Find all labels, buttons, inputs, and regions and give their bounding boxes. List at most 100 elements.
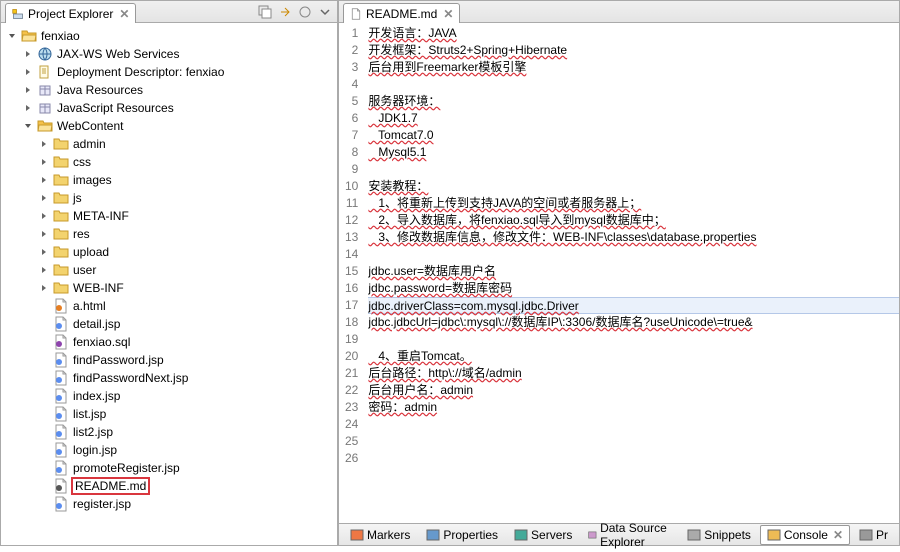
tree-node[interactable]: detail.jsp [3,315,337,333]
tree-node[interactable]: register.jsp [3,495,337,513]
tree-node[interactable]: a.html [3,297,337,315]
tree-node[interactable]: list.jsp [3,405,337,423]
tree-node[interactable]: WEB-INF [3,279,337,297]
text-editor[interactable]: 1234567891011121314151617181920212223242… [339,23,899,545]
editor-tab[interactable]: README.md ✕ [343,3,460,23]
code-line[interactable]: Mysql5.1 [368,144,899,161]
disclosure-icon[interactable] [37,407,51,421]
view-tab-markers[interactable]: Markers [343,525,417,545]
tree-node[interactable]: res [3,225,337,243]
disclosure-icon[interactable] [21,83,35,97]
code-line[interactable]: 2、导入数据库，将fenxiao.sql导入到mysql数据库中； [368,212,899,229]
tree-node[interactable]: upload [3,243,337,261]
view-tab-console[interactable]: Console✕ [760,525,850,545]
disclosure-icon[interactable] [21,101,35,115]
code-line[interactable]: 后台用户名：admin [368,382,899,399]
view-tab-pr[interactable]: Pr [852,525,895,545]
disclosure-icon[interactable] [37,227,51,241]
tree-node[interactable]: admin [3,135,337,153]
tree-node[interactable]: list2.jsp [3,423,337,441]
disclosure-icon[interactable] [37,479,51,493]
code-line[interactable] [368,331,899,348]
code-line[interactable] [368,433,899,450]
disclosure-icon[interactable] [37,137,51,151]
disclosure-icon[interactable] [37,389,51,403]
code-line[interactable]: 后台路径：http\://域名/admin [368,365,899,382]
disclosure-icon[interactable] [37,497,51,511]
code-line[interactable]: jdbc.user=数据库用户名 [368,263,899,280]
code-line[interactable]: jdbc.jdbcUrl=jdbc\:mysql\://数据库IP\:3306/… [368,314,899,331]
view-menu-icon[interactable] [317,4,333,20]
code-line[interactable] [368,416,899,433]
disclosure-icon[interactable] [37,371,51,385]
view-tab-data-source-explorer[interactable]: Data Source Explorer [581,518,678,552]
tree-node[interactable]: README.md [3,477,337,495]
close-icon[interactable]: ✕ [833,528,843,542]
view-tab-properties[interactable]: Properties [419,525,505,545]
close-icon[interactable]: ✕ [119,7,129,21]
tree-node[interactable]: findPassword.jsp [3,351,337,369]
tree-node[interactable]: fenxiao.sql [3,333,337,351]
collapse-all-icon[interactable] [257,4,273,20]
disclosure-icon[interactable] [21,47,35,61]
code-line[interactable]: jdbc.password=数据库密码 [368,280,899,297]
tree-node[interactable]: JAX-WS Web Services [3,45,337,63]
link-editor-icon[interactable] [277,4,293,20]
disclosure-icon[interactable] [21,65,35,79]
code-line[interactable]: 开发语言：JAVA [368,25,899,42]
focus-icon[interactable] [297,4,313,20]
code-line[interactable]: 1、将重新上传到支持JAVA的空间或者服务器上； [368,195,899,212]
code-line[interactable] [368,161,899,178]
code-line[interactable]: 3、修改数据库信息，修改文件：WEB-INF\classes\database.… [368,229,899,246]
disclosure-icon[interactable] [37,461,51,475]
disclosure-icon[interactable] [37,191,51,205]
project-tree[interactable]: fenxiaoJAX-WS Web ServicesDeployment Des… [1,23,337,545]
disclosure-icon[interactable] [37,209,51,223]
tree-node[interactable]: images [3,171,337,189]
disclosure-icon[interactable] [5,29,19,43]
disclosure-icon[interactable] [37,263,51,277]
disclosure-icon[interactable] [37,443,51,457]
disclosure-icon[interactable] [37,299,51,313]
tree-node[interactable]: promoteRegister.jsp [3,459,337,477]
code-line[interactable]: 密码：admin [368,399,899,416]
tree-node[interactable]: JavaScript Resources [3,99,337,117]
disclosure-icon[interactable] [37,353,51,367]
code-line[interactable]: 开发框架：Struts2+Spring+Hibernate [368,42,899,59]
code-line[interactable]: 安装教程： [368,178,899,195]
tree-node[interactable]: Deployment Descriptor: fenxiao [3,63,337,81]
code-area[interactable]: 开发语言：JAVA开发框架：Struts2+Spring+Hibernate后台… [368,23,899,545]
tree-node[interactable]: findPasswordNext.jsp [3,369,337,387]
node-label: WEB-INF [71,281,126,295]
disclosure-icon[interactable] [37,173,51,187]
code-line[interactable] [368,450,899,467]
disclosure-icon[interactable] [37,335,51,349]
tree-node[interactable]: WebContent [3,117,337,135]
code-line[interactable]: 服务器环境： [368,93,899,110]
code-line[interactable] [368,76,899,93]
tree-node[interactable]: index.jsp [3,387,337,405]
disclosure-icon[interactable] [37,155,51,169]
code-line[interactable]: 后台用到Freemarker模板引擎 [368,59,899,76]
code-line[interactable]: Tomcat7.0 [368,127,899,144]
tree-node[interactable]: css [3,153,337,171]
disclosure-icon[interactable] [37,281,51,295]
tree-node[interactable]: META-INF [3,207,337,225]
code-line[interactable]: JDK1.7 [368,110,899,127]
tree-node[interactable]: js [3,189,337,207]
view-tab-servers[interactable]: Servers [507,525,579,545]
tree-node[interactable]: user [3,261,337,279]
disclosure-icon[interactable] [21,119,35,133]
disclosure-icon[interactable] [37,317,51,331]
disclosure-icon[interactable] [37,245,51,259]
tree-node[interactable]: Java Resources [3,81,337,99]
tree-node[interactable]: login.jsp [3,441,337,459]
close-icon[interactable]: ✕ [443,7,453,21]
view-tab-snippets[interactable]: Snippets [680,525,758,545]
tree-node[interactable]: fenxiao [3,27,337,45]
disclosure-icon[interactable] [37,425,51,439]
code-line[interactable] [368,246,899,263]
code-line[interactable]: jdbc.driverClass=com.mysql.jdbc.Driver [368,297,899,314]
code-line[interactable]: 4、重启Tomcat。 [368,348,899,365]
explorer-tab[interactable]: Project Explorer ✕ [5,3,136,23]
